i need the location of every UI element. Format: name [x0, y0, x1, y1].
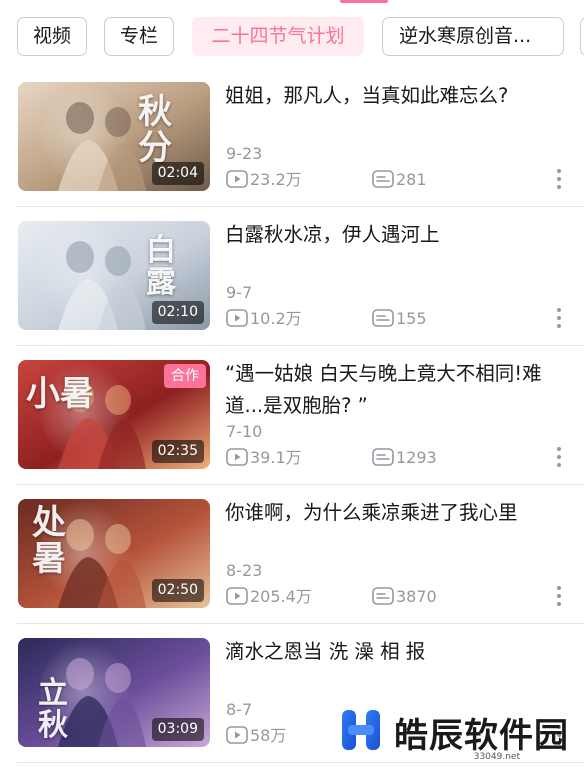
video-title[interactable]: 你谁啊，为什么乘凉乘进了我心里: [225, 497, 565, 529]
publish-date: 8-23: [226, 561, 263, 580]
video-list-item[interactable]: 白露 02:10 白露秋水凉，伊人遇河上 9-7 10.2万 155: [0, 207, 584, 346]
video-thumbnail[interactable]: 秋分 02:04: [18, 82, 210, 191]
tab-solar-terms[interactable]: 二十四节气计划: [192, 17, 364, 56]
video-duration: 03:09: [151, 718, 204, 741]
video-title[interactable]: “遇一姑娘 白天与晚上竟大不相同!难道...是双胞胎? ”: [225, 358, 565, 422]
thumbnail-calligraphy: 秋分: [138, 92, 172, 168]
tab-overflow[interactable]: [580, 17, 584, 56]
video-duration: 02:50: [151, 579, 204, 602]
category-tab-bar: 视频 专栏 二十四节气计划 逆水寒原创音...: [0, 0, 584, 68]
view-count: 39.1万: [226, 447, 302, 469]
video-thumbnail[interactable]: 小暑 合作 02:35: [18, 360, 210, 469]
view-count: 23.2万: [226, 169, 302, 191]
danmaku-count: 1293: [372, 447, 437, 469]
play-count-icon: [226, 308, 248, 327]
publish-date: 8-7: [226, 700, 253, 719]
danmaku-count-value: 281: [396, 170, 427, 189]
play-count-icon: [226, 586, 248, 605]
danmaku-count-value: 155: [396, 309, 427, 328]
thumbnail-calligraphy: 立秋: [38, 676, 68, 743]
video-list-item[interactable]: 小暑 合作 02:35 “遇一姑娘 白天与晚上竟大不相同!难道...是双胞胎? …: [0, 346, 584, 485]
view-count: 10.2万: [226, 308, 302, 330]
video-duration: 02:04: [151, 162, 204, 185]
video-thumbnail[interactable]: 白露 02:10: [18, 221, 210, 330]
video-thumbnail[interactable]: 立秋 03:09: [18, 638, 210, 747]
video-title[interactable]: 滴水之恩当 洗 澡 相 报: [225, 636, 565, 668]
danmaku-count: 155: [372, 308, 427, 330]
view-count-value: 10.2万: [250, 309, 302, 328]
tab-column[interactable]: 专栏: [104, 17, 174, 56]
site-watermark: 皓辰软件园 33049.net: [338, 706, 584, 767]
view-count-value: 205.4万: [250, 587, 312, 606]
publish-date: 9-23: [226, 144, 263, 163]
publish-date: 7-10: [226, 422, 263, 441]
view-count-value: 39.1万: [250, 448, 302, 467]
video-duration: 02:35: [151, 440, 204, 463]
danmaku-count: 3870: [372, 586, 437, 608]
collab-badge: 合作: [164, 364, 206, 388]
video-list-item[interactable]: 秋分 02:04 姐姐，那凡人，当真如此难忘么? 9-23 23.2万 281: [0, 68, 584, 207]
danmaku-icon: [372, 169, 394, 188]
thumbnail-calligraphy: 处暑: [32, 503, 66, 579]
tab-video[interactable]: 视频: [17, 17, 87, 56]
danmaku-icon: [372, 447, 394, 466]
play-count-icon: [226, 447, 248, 466]
danmaku-icon: [372, 586, 394, 605]
tab-original-music[interactable]: 逆水寒原创音...: [382, 17, 564, 56]
thumbnail-calligraphy: 白露: [146, 233, 176, 300]
watermark-url: 33049.net: [473, 752, 520, 762]
view-count: 58万: [226, 725, 286, 747]
video-list-item[interactable]: 处暑 02:50 你谁啊，为什么乘凉乘进了我心里 8-23 205.4万 387…: [0, 485, 584, 624]
video-title[interactable]: 白露秋水凉，伊人遇河上: [225, 219, 565, 251]
danmaku-count-value: 3870: [396, 587, 437, 606]
more-vertical-icon[interactable]: [552, 444, 566, 470]
view-count-value: 23.2万: [250, 170, 302, 189]
more-vertical-icon[interactable]: [552, 166, 566, 192]
danmaku-count: 281: [372, 169, 427, 191]
play-count-icon: [226, 725, 248, 744]
more-vertical-icon[interactable]: [552, 583, 566, 609]
more-vertical-icon[interactable]: [552, 305, 566, 331]
video-title[interactable]: 姐姐，那凡人，当真如此难忘么?: [225, 80, 565, 112]
video-duration: 02:10: [151, 301, 204, 324]
play-count-icon: [226, 169, 248, 188]
danmaku-count-value: 1293: [396, 448, 437, 467]
publish-date: 9-7: [226, 283, 253, 302]
watermark-logo-icon: [342, 710, 380, 750]
view-count-value: 58万: [250, 726, 287, 745]
danmaku-icon: [372, 308, 394, 327]
thumbnail-calligraphy: 小暑: [26, 374, 94, 414]
watermark-text: 皓辰软件园: [394, 716, 569, 756]
video-thumbnail[interactable]: 处暑 02:50: [18, 499, 210, 608]
view-count: 205.4万: [226, 586, 312, 608]
